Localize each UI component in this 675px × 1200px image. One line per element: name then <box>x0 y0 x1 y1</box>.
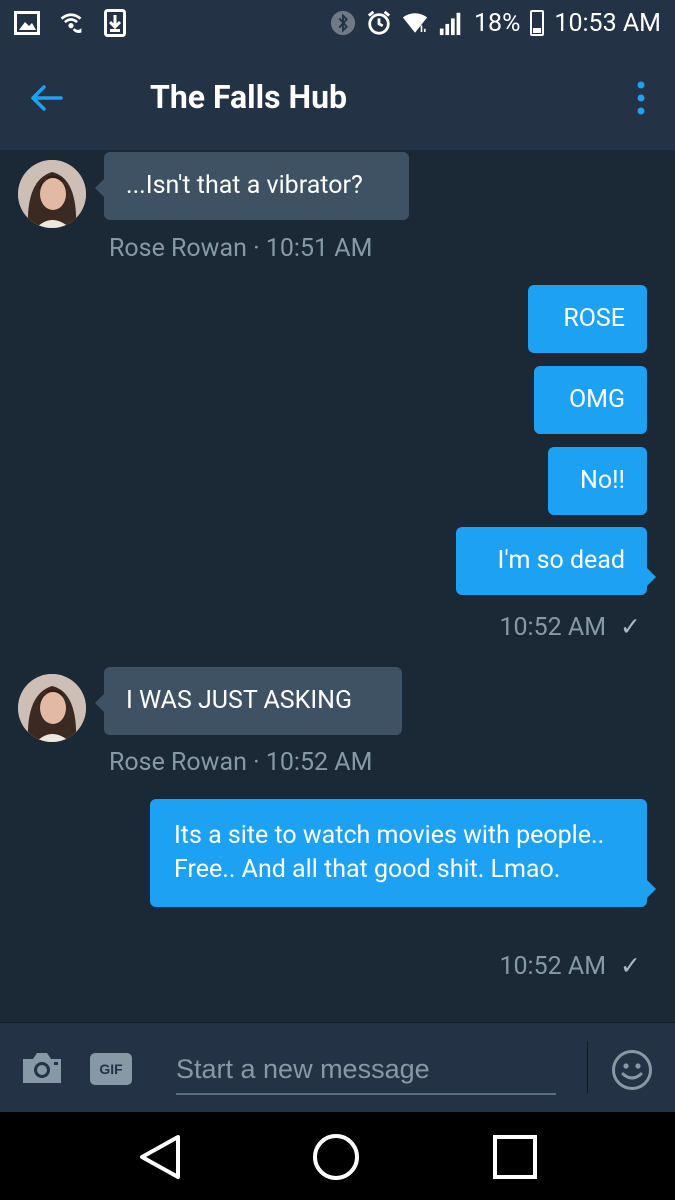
message-meta: Rose Rowan · 10:51 AM <box>109 234 373 263</box>
back-triangle-icon[interactable] <box>135 1132 185 1182</box>
message-time: 10:52 AM <box>499 952 607 981</box>
message-text: ROSE <box>563 304 625 333</box>
download-icon <box>102 9 128 37</box>
message-text: ...Isn't that a vibrator? <box>126 171 363 200</box>
message-list: ...Isn't that a vibrator? Rose Rowan · 1… <box>0 150 675 1022</box>
message-bubble[interactable]: OMG <box>534 366 647 434</box>
emoji-icon[interactable] <box>611 1049 653 1091</box>
message-bubble[interactable]: I'm so dead <box>456 527 656 595</box>
divider <box>587 1041 588 1093</box>
signal-icon <box>438 10 464 36</box>
message-input[interactable] <box>176 1045 556 1095</box>
message-bubble[interactable]: Its a site to watch movies with people..… <box>150 799 656 907</box>
check-icon: ✓ <box>620 952 641 981</box>
battery-percent: 18% <box>473 8 521 38</box>
avatar[interactable] <box>18 674 86 742</box>
compose-bar: GIF <box>0 1022 675 1112</box>
bluetooth-icon <box>330 10 356 36</box>
message-bubble[interactable]: No!! <box>548 447 647 515</box>
status-time: 10:53 AM <box>554 8 661 38</box>
app-bar: The Falls Hub <box>0 46 675 150</box>
message-text: I'm so dead <box>497 546 625 575</box>
wifi-icon <box>402 10 428 36</box>
message-text: No!! <box>580 466 625 495</box>
avatar[interactable] <box>18 160 86 228</box>
arrow-left-icon[interactable] <box>22 74 70 122</box>
check-icon: ✓ <box>620 613 641 642</box>
message-text: I WAS JUST ASKING <box>126 686 352 715</box>
wifi-calling-icon <box>58 10 84 36</box>
message-time: 10:52 AM <box>499 613 607 642</box>
message-text: OMG <box>568 385 625 414</box>
page-title: The Falls Hub <box>150 78 347 116</box>
camera-icon[interactable] <box>20 1051 66 1087</box>
alarm-icon <box>366 10 392 36</box>
message-bubble[interactable]: I WAS JUST ASKING <box>104 667 402 735</box>
message-meta: 10:52 AM ✓ <box>499 612 641 642</box>
battery-icon <box>530 10 545 36</box>
gif-button[interactable]: GIF <box>90 1053 132 1085</box>
more-vertical-icon[interactable] <box>629 74 653 122</box>
message-meta: Rose Rowan · 10:52 AM <box>109 748 373 777</box>
image-icon <box>14 10 40 36</box>
message-text: Its a site to watch movies with people..… <box>174 821 605 884</box>
message-bubble[interactable]: ...Isn't that a vibrator? <box>104 152 409 220</box>
message-meta: 10:52 AM ✓ <box>499 951 641 981</box>
navigation-bar <box>0 1112 675 1200</box>
message-bubble[interactable]: ROSE <box>528 285 647 353</box>
home-circle-icon[interactable] <box>311 1132 361 1182</box>
recents-square-icon[interactable] <box>490 1132 540 1182</box>
status-bar: 18% 10:53 AM <box>0 0 675 46</box>
